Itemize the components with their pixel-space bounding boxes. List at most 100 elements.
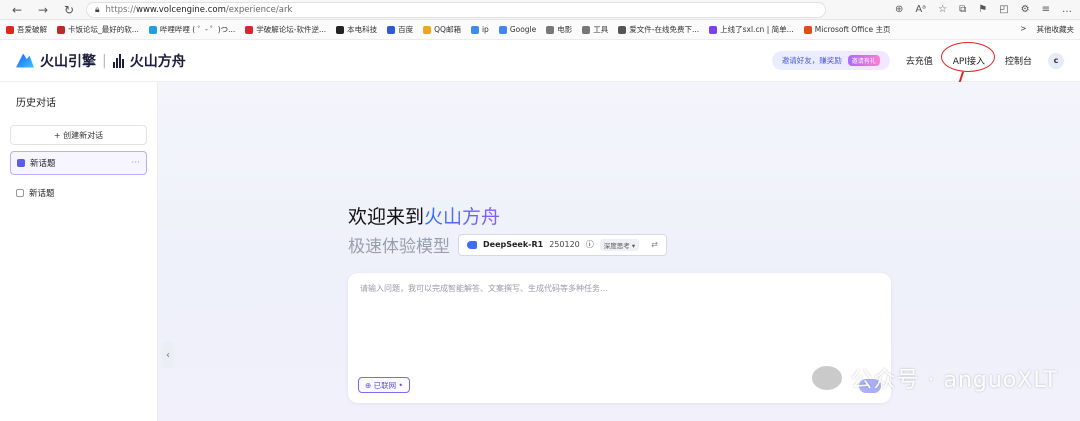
bookmark-item[interactable]: 卡饭论坛_最好的软... <box>57 24 139 35</box>
bookmark-favicon-icon <box>470 25 479 34</box>
bookmark-label: Microsoft Office 主页 <box>814 25 891 34</box>
logo-sub: 火山方舟 <box>129 53 186 70</box>
bookmark-label: 吾爱破解 <box>17 25 47 34</box>
main-area: 历史对话 + 创建新对话 新话题 ··· 新话题 ‹ 欢迎来到火山方舟 极速体验模型… <box>0 82 1080 421</box>
recharge-link[interactable]: 去充值 <box>906 54 933 67</box>
ark-logo-icon <box>112 53 124 68</box>
sidebar-title: 历史对话 <box>16 98 56 109</box>
bookmark-item[interactable]: Google <box>498 25 537 34</box>
bookmark-favicon-icon <box>57 25 65 34</box>
annotation-circle <box>940 42 995 72</box>
collapse-sidebar-button[interactable]: ‹ <box>162 342 174 368</box>
bookmark-item[interactable]: ip <box>470 25 489 34</box>
collections-icon[interactable]: ◰ <box>999 4 1008 15</box>
subtitle: 极速体验模型 <box>348 237 450 257</box>
info-icon[interactable]: ⓘ <box>586 239 594 250</box>
bookmark-label: Google <box>509 25 537 34</box>
more-menu-icon[interactable]: … <box>1062 4 1072 15</box>
bookmark-favicon-icon <box>803 25 812 34</box>
invite-tag: 邀请有礼 <box>847 55 880 66</box>
bookmark-item[interactable]: 百度 <box>387 24 413 35</box>
chat-input[interactable] <box>360 283 879 363</box>
header-actions: 邀请好友，赚奖励 邀请有礼 去充值 API接入 控制台 c <box>771 42 1064 98</box>
extension-flag-icon[interactable]: ⚑ <box>978 4 987 15</box>
volcengine-logo-icon <box>16 53 34 68</box>
deep-thinking-badge[interactable]: 深度思考 ▾ <box>599 238 640 251</box>
bookmark-favicon-icon <box>336 25 345 34</box>
web-search-toggle[interactable]: ⊕ 已联网 • <box>358 377 410 393</box>
swap-icon[interactable]: ⇄ <box>651 240 658 249</box>
bookmark-label: 工具 <box>593 25 609 34</box>
welcome-brand: 火山方舟 <box>424 206 501 228</box>
url-prefix: https:// <box>105 4 136 15</box>
bookmark-item[interactable]: 哔哩哔哩 ( ゜- ゜)つ... <box>148 24 235 35</box>
bookmark-item[interactable]: 爱文件-在线免费下... <box>618 24 699 35</box>
logo[interactable]: 火山引擎 | 火山方舟 <box>16 51 186 71</box>
bookmark-favicon-icon <box>498 25 507 34</box>
extensions-icon[interactable]: ⚙ <box>1021 4 1030 15</box>
bookmark-item[interactable]: Microsoft Office 主页 <box>803 24 891 35</box>
deepseek-logo-icon <box>467 240 477 249</box>
bookmark-favicon-icon <box>709 25 718 34</box>
bookmark-favicon-icon <box>618 25 627 34</box>
bookmark-favicon-icon <box>245 25 254 34</box>
avatar[interactable]: c <box>1048 52 1064 69</box>
bookmark-item[interactable]: QQ邮箱 <box>423 24 461 35</box>
invite-text: 邀请好友，赚奖励 <box>781 56 842 65</box>
topic-list: 新话题 ··· 新话题 <box>10 151 147 205</box>
address-bar[interactable]: 🔒︎ https://www.volcengine.com/experience… <box>86 1 826 18</box>
wechat-icon <box>812 366 843 390</box>
bookmark-label: 学破解论坛-软件逆... <box>256 25 327 34</box>
bookmark-label: ip <box>481 25 489 34</box>
chat-bubble-icon <box>16 189 24 197</box>
chat-content: ‹ 欢迎来到火山方舟 极速体验模型 DeepSeek-R1 250120 ⓘ 深… <box>158 82 1080 421</box>
bookmark-label: 本电科技 <box>347 25 378 34</box>
bookmark-item[interactable]: 电影 <box>546 24 572 35</box>
topic-item[interactable]: 新话题 <box>10 181 147 205</box>
bookmark-item[interactable]: 工具 <box>582 24 608 35</box>
api-access-link[interactable]: API接入 <box>940 42 995 98</box>
bookmark-label: 上线了sxl.cn | 简单... <box>720 25 794 34</box>
bookmark-label: 电影 <box>557 25 573 34</box>
other-bookmarks-folder[interactable]: 其他收藏夹 <box>1037 24 1075 35</box>
bookmark-item[interactable]: 吾爱破解 <box>6 24 47 35</box>
app-header: 火山引擎 | 火山方舟 邀请好友，赚奖励 邀请有礼 去充值 API接入 控制台 … <box>0 40 1080 98</box>
reload-button[interactable]: ↻ <box>60 3 78 17</box>
forward-button[interactable]: → <box>34 3 52 17</box>
bookmark-label: 爱文件-在线免费下... <box>629 25 700 34</box>
bookmarks-bar: 吾爱破解 卡饭论坛_最好的软... 哔哩哔哩 ( ゜- ゜)つ... 学破解论坛-软件… <box>0 20 1080 40</box>
console-link[interactable]: 控制台 <box>1005 54 1032 67</box>
welcome-prefix: 欢迎来到 <box>348 206 425 228</box>
site-info-icon[interactable]: ⊕ <box>895 4 903 15</box>
history-sidebar: 历史对话 + 创建新对话 新话题 ··· 新话题 <box>0 82 158 421</box>
bookmark-label: 卡饭论坛_最好的软... <box>68 25 139 34</box>
lock-icon: 🔒︎ <box>95 4 100 15</box>
topic-label: 新话题 <box>29 189 55 199</box>
bookmark-item[interactable]: 学破解论坛-软件逆... <box>245 24 326 35</box>
welcome-heading: 欢迎来到火山方舟 <box>348 202 500 229</box>
favorite-star-icon[interactable]: ☆ <box>938 4 947 15</box>
new-chat-button[interactable]: + 创建新对话 <box>10 125 147 145</box>
bookmark-favicon-icon <box>6 25 14 34</box>
topic-item[interactable]: 新话题 ··· <box>10 151 147 175</box>
invite-banner[interactable]: 邀请好友，赚奖励 邀请有礼 <box>771 51 890 70</box>
model-version: 250120 <box>549 240 580 249</box>
model-selector[interactable]: DeepSeek-R1 250120 ⓘ 深度思考 ▾ ⇄ <box>458 233 667 256</box>
bookmark-favicon-icon <box>387 25 396 34</box>
browser-toolbar: ← → ↻ 🔒︎ https://www.volcengine.com/expe… <box>0 0 1080 20</box>
bookmark-label: 百度 <box>398 25 414 34</box>
bookmarks-overflow-button[interactable]: > <box>1020 24 1026 35</box>
bookmark-item[interactable]: 上线了sxl.cn | 简单... <box>709 24 794 35</box>
bookmark-label: QQ邮箱 <box>434 25 461 34</box>
chat-input-box: ⊕ 已联网 • <box>348 273 891 403</box>
split-screen-icon[interactable]: ⧉ <box>959 4 966 15</box>
bookmark-favicon-icon <box>582 25 591 34</box>
more-options-icon[interactable]: ··· <box>131 158 140 168</box>
chat-bubble-icon <box>17 159 25 167</box>
favorites-menu-icon[interactable]: ≡ <box>1042 4 1050 15</box>
bookmark-item[interactable]: 本电科技 <box>336 24 377 35</box>
back-button[interactable]: ← <box>8 3 26 17</box>
bookmarks-overflow: > 其他收藏夹 <box>1020 24 1074 35</box>
logo-separator: | <box>102 52 107 69</box>
read-aloud-icon[interactable]: Aᵃ <box>915 4 926 15</box>
